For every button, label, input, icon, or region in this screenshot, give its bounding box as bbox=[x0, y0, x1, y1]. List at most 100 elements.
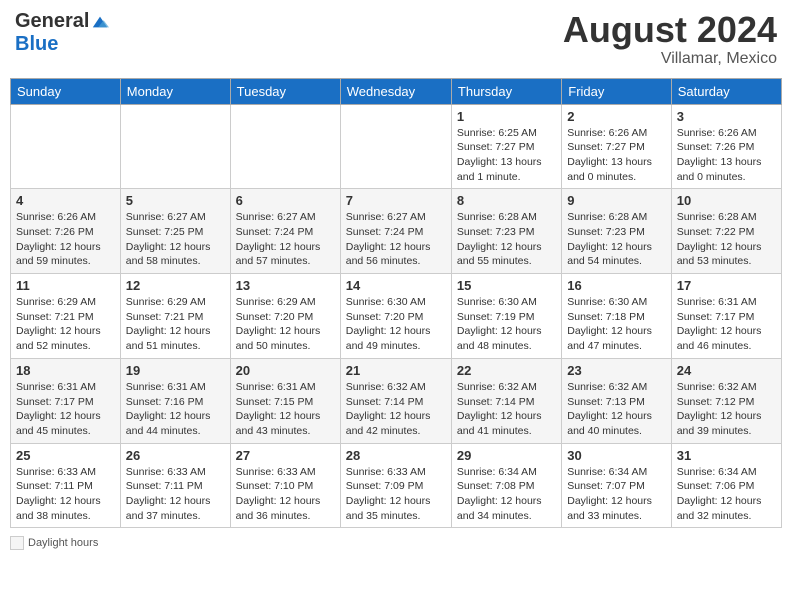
logo-icon bbox=[91, 13, 109, 31]
day-info: Sunrise: 6:29 AM Sunset: 7:20 PM Dayligh… bbox=[236, 295, 335, 354]
calendar-cell: 18Sunrise: 6:31 AM Sunset: 7:17 PM Dayli… bbox=[11, 358, 121, 443]
day-info: Sunrise: 6:28 AM Sunset: 7:23 PM Dayligh… bbox=[567, 210, 665, 269]
calendar-cell: 14 Sunrise: 6:30 AM Sunset: 7:20 PM Dayli… bbox=[340, 274, 451, 359]
day-number: 20 bbox=[236, 363, 335, 378]
day-number: 9 bbox=[567, 193, 665, 208]
day-number: 10 bbox=[677, 193, 776, 208]
day-info: Sunrise: 6:31 AM Sunset: 7:15 PM Dayligh… bbox=[236, 380, 335, 439]
day-info: Sunrise: 6:26 AM Sunset: 7:26 PM Dayligh… bbox=[677, 126, 776, 185]
day-info: Sunrise: 6:33 AM Sunset: 7:11 PM Dayligh… bbox=[16, 465, 115, 524]
calendar-cell: 11 Sunrise: 6:29 AM Sunset: 7:21 PM Dayli… bbox=[11, 274, 121, 359]
calendar-day-header: Tuesday bbox=[230, 78, 340, 104]
day-number: 16 bbox=[567, 278, 665, 293]
day-info: Sunrise: 6:33 AM Sunset: 7:09 PM Dayligh… bbox=[346, 465, 446, 524]
calendar-cell: 27 Sunrise: 6:33 AM Sunset: 7:10 PM Dayli… bbox=[230, 443, 340, 528]
day-number: 28 bbox=[346, 448, 446, 463]
calendar-header-row: SundayMondayTuesdayWednesdayThursdayFrid… bbox=[11, 78, 782, 104]
calendar-week-row: 25 Sunrise: 6:33 AM Sunset: 7:11 PM Dayli… bbox=[11, 443, 782, 528]
calendar-cell: 28 Sunrise: 6:33 AM Sunset: 7:09 PM Dayli… bbox=[340, 443, 451, 528]
day-info: Sunrise: 6:31 AM Sunset: 7:17 PM Dayligh… bbox=[16, 380, 115, 439]
calendar-cell bbox=[11, 104, 121, 189]
calendar-cell: 17 Sunrise: 6:31 AM Sunset: 7:17 PM Dayli… bbox=[671, 274, 781, 359]
day-info: Sunrise: 6:34 AM Sunset: 7:06 PM Dayligh… bbox=[677, 465, 776, 524]
day-info: Sunrise: 6:31 AM Sunset: 7:16 PM Dayligh… bbox=[126, 380, 225, 439]
day-number: 31 bbox=[677, 448, 776, 463]
day-info: Sunrise: 6:30 AM Sunset: 7:19 PM Dayligh… bbox=[457, 295, 556, 354]
day-number: 15 bbox=[457, 278, 556, 293]
day-number: 11 bbox=[16, 278, 115, 293]
calendar-cell: 7 Sunrise: 6:27 AM Sunset: 7:24 PM Daylig… bbox=[340, 189, 451, 274]
day-number: 25 bbox=[16, 448, 115, 463]
day-number: 4 bbox=[16, 193, 115, 208]
day-info: Sunrise: 6:27 AM Sunset: 7:25 PM Dayligh… bbox=[126, 210, 225, 269]
day-info: Sunrise: 6:31 AM Sunset: 7:17 PM Dayligh… bbox=[677, 295, 776, 354]
day-info: Sunrise: 6:34 AM Sunset: 7:07 PM Dayligh… bbox=[567, 465, 665, 524]
day-number: 12 bbox=[126, 278, 225, 293]
calendar-cell: 16Sunrise: 6:30 AM Sunset: 7:18 PM Dayli… bbox=[562, 274, 671, 359]
day-info: Sunrise: 6:32 AM Sunset: 7:13 PM Dayligh… bbox=[567, 380, 665, 439]
day-info: Sunrise: 6:33 AM Sunset: 7:10 PM Dayligh… bbox=[236, 465, 335, 524]
calendar-cell: 6Sunrise: 6:27 AM Sunset: 7:24 PM Daylig… bbox=[230, 189, 340, 274]
day-number: 19 bbox=[126, 363, 225, 378]
day-number: 24 bbox=[677, 363, 776, 378]
calendar-week-row: 4 Sunrise: 6:26 AM Sunset: 7:26 PM Daylig… bbox=[11, 189, 782, 274]
day-number: 13 bbox=[236, 278, 335, 293]
day-number: 21 bbox=[346, 363, 446, 378]
calendar-cell: 22Sunrise: 6:32 AM Sunset: 7:14 PM Dayli… bbox=[451, 358, 561, 443]
day-number: 17 bbox=[677, 278, 776, 293]
location-title: Villamar, Mexico bbox=[563, 50, 777, 68]
logo-general-text: General bbox=[15, 10, 89, 33]
calendar-week-row: 11 Sunrise: 6:29 AM Sunset: 7:21 PM Dayli… bbox=[11, 274, 782, 359]
calendar-day-header: Monday bbox=[120, 78, 230, 104]
calendar-cell: 30Sunrise: 6:34 AM Sunset: 7:07 PM Dayli… bbox=[562, 443, 671, 528]
day-info: Sunrise: 6:28 AM Sunset: 7:22 PM Dayligh… bbox=[677, 210, 776, 269]
calendar-cell: 25 Sunrise: 6:33 AM Sunset: 7:11 PM Dayli… bbox=[11, 443, 121, 528]
calendar-cell: 12 Sunrise: 6:29 AM Sunset: 7:21 PM Dayli… bbox=[120, 274, 230, 359]
day-info: Sunrise: 6:26 AM Sunset: 7:26 PM Dayligh… bbox=[16, 210, 115, 269]
day-info: Sunrise: 6:29 AM Sunset: 7:21 PM Dayligh… bbox=[16, 295, 115, 354]
day-info: Sunrise: 6:34 AM Sunset: 7:08 PM Dayligh… bbox=[457, 465, 556, 524]
calendar-day-header: Thursday bbox=[451, 78, 561, 104]
calendar-cell: 26Sunrise: 6:33 AM Sunset: 7:11 PM Dayli… bbox=[120, 443, 230, 528]
day-number: 1 bbox=[457, 109, 556, 124]
daylight-legend-box bbox=[10, 536, 24, 550]
day-number: 2 bbox=[567, 109, 665, 124]
calendar-cell: 23 Sunrise: 6:32 AM Sunset: 7:13 PM Dayli… bbox=[562, 358, 671, 443]
logo: General Blue bbox=[15, 10, 109, 56]
day-info: Sunrise: 6:25 AM Sunset: 7:27 PM Dayligh… bbox=[457, 126, 556, 185]
calendar-cell: 9 Sunrise: 6:28 AM Sunset: 7:23 PM Daylig… bbox=[562, 189, 671, 274]
calendar-table: SundayMondayTuesdayWednesdayThursdayFrid… bbox=[10, 78, 782, 529]
calendar-cell: 31 Sunrise: 6:34 AM Sunset: 7:06 PM Dayli… bbox=[671, 443, 781, 528]
page-header: General Blue August 2024 Villamar, Mexic… bbox=[10, 10, 782, 68]
day-info: Sunrise: 6:30 AM Sunset: 7:20 PM Dayligh… bbox=[346, 295, 446, 354]
day-number: 23 bbox=[567, 363, 665, 378]
calendar-cell: 13 Sunrise: 6:29 AM Sunset: 7:20 PM Dayli… bbox=[230, 274, 340, 359]
calendar-day-header: Sunday bbox=[11, 78, 121, 104]
day-number: 7 bbox=[346, 193, 446, 208]
day-info: Sunrise: 6:28 AM Sunset: 7:23 PM Dayligh… bbox=[457, 210, 556, 269]
day-number: 27 bbox=[236, 448, 335, 463]
calendar-cell bbox=[340, 104, 451, 189]
calendar-cell bbox=[120, 104, 230, 189]
calendar-cell: 29Sunrise: 6:34 AM Sunset: 7:08 PM Dayli… bbox=[451, 443, 561, 528]
calendar-day-header: Friday bbox=[562, 78, 671, 104]
day-info: Sunrise: 6:27 AM Sunset: 7:24 PM Dayligh… bbox=[236, 210, 335, 269]
month-title: August 2024 bbox=[563, 10, 777, 50]
calendar-cell: 4 Sunrise: 6:26 AM Sunset: 7:26 PM Daylig… bbox=[11, 189, 121, 274]
calendar-cell: 1 Sunrise: 6:25 AM Sunset: 7:27 PM Daylig… bbox=[451, 104, 561, 189]
day-number: 14 bbox=[346, 278, 446, 293]
calendar-day-header: Wednesday bbox=[340, 78, 451, 104]
calendar-cell: 19 Sunrise: 6:31 AM Sunset: 7:16 PM Dayli… bbox=[120, 358, 230, 443]
calendar-cell: 20 Sunrise: 6:31 AM Sunset: 7:15 PM Dayli… bbox=[230, 358, 340, 443]
day-info: Sunrise: 6:27 AM Sunset: 7:24 PM Dayligh… bbox=[346, 210, 446, 269]
day-info: Sunrise: 6:33 AM Sunset: 7:11 PM Dayligh… bbox=[126, 465, 225, 524]
day-info: Sunrise: 6:32 AM Sunset: 7:12 PM Dayligh… bbox=[677, 380, 776, 439]
calendar-cell: 10 Sunrise: 6:28 AM Sunset: 7:22 PM Dayli… bbox=[671, 189, 781, 274]
calendar-cell: 15 Sunrise: 6:30 AM Sunset: 7:19 PM Dayli… bbox=[451, 274, 561, 359]
day-info: Sunrise: 6:32 AM Sunset: 7:14 PM Dayligh… bbox=[457, 380, 556, 439]
calendar-week-row: 18Sunrise: 6:31 AM Sunset: 7:17 PM Dayli… bbox=[11, 358, 782, 443]
calendar-cell: 5 Sunrise: 6:27 AM Sunset: 7:25 PM Daylig… bbox=[120, 189, 230, 274]
day-number: 5 bbox=[126, 193, 225, 208]
day-number: 8 bbox=[457, 193, 556, 208]
day-info: Sunrise: 6:29 AM Sunset: 7:21 PM Dayligh… bbox=[126, 295, 225, 354]
